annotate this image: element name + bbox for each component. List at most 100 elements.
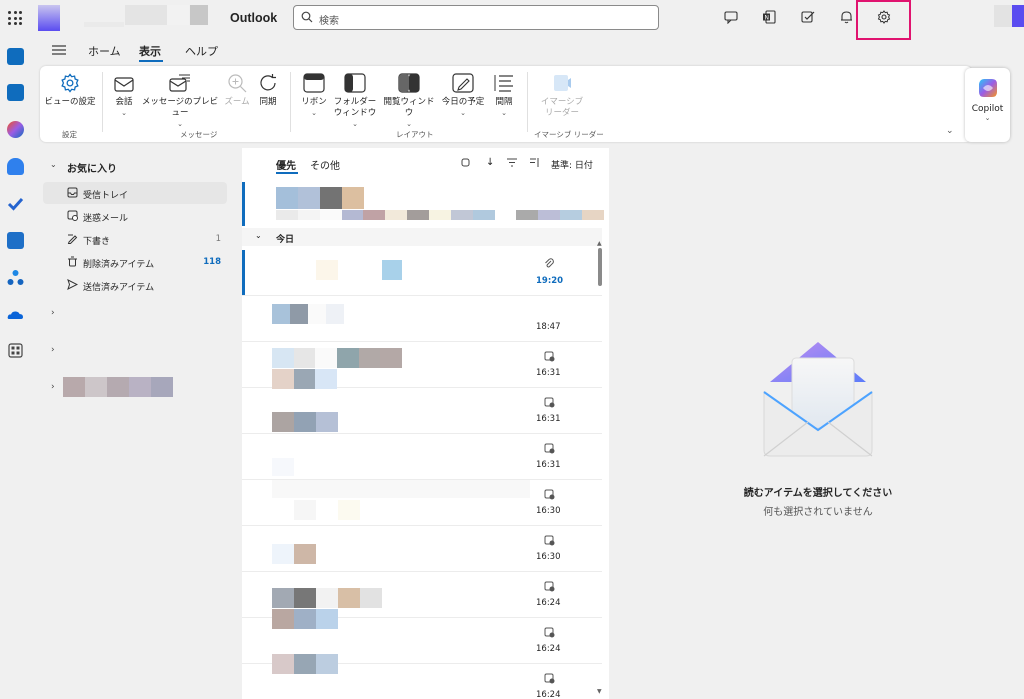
calendar-invite-icon xyxy=(544,489,555,503)
app-rail xyxy=(0,36,32,699)
message-preview-button[interactable]: メッセージのプレビュー ⌄ xyxy=(140,72,220,130)
more-apps-icon[interactable] xyxy=(7,342,24,359)
folder-item-deleted[interactable]: 削除済みアイテム 118 xyxy=(43,251,227,273)
message-row[interactable]: 16:24 xyxy=(242,618,602,674)
folder-pane-label-1: フォルダー xyxy=(333,97,377,107)
sender-blur xyxy=(276,187,364,209)
select-mode-icon[interactable] xyxy=(461,158,471,171)
calendar-invite-icon xyxy=(544,627,555,641)
copilot-button[interactable]: Copilot ⌄ xyxy=(965,68,1010,142)
immersive-reader-label-2: リーダー xyxy=(544,108,579,118)
app-launcher-icon[interactable] xyxy=(8,11,22,25)
spacing-button[interactable]: 間隔 ⌄ xyxy=(489,72,519,119)
folder-pane: ⌄ お気に入り 受信トレイ 迷惑メール 下書き 1 削除済みアイテム 118 送… xyxy=(40,148,236,699)
scroll-down-arrow-icon[interactable]: ▼ xyxy=(597,688,602,695)
view-settings-button[interactable]: ビューの設定 xyxy=(44,72,96,108)
jump-to-icon[interactable]: ↓ xyxy=(486,157,494,168)
folder-label: 受信トレイ xyxy=(83,191,129,201)
tab-view[interactable]: 表示 xyxy=(139,43,161,59)
chevron-down-icon[interactable]: ⌄ xyxy=(50,160,57,169)
drafts-pencil-icon xyxy=(67,234,78,244)
favorites-header[interactable]: お気に入り xyxy=(67,160,117,175)
message-row[interactable]: 18:47 xyxy=(242,296,602,342)
message-row[interactable]: 16:24 xyxy=(242,664,602,699)
my-day-label: 今日の予定 xyxy=(441,97,485,107)
sort-icon[interactable] xyxy=(530,158,540,170)
ribbon-divider xyxy=(102,72,103,132)
search-box[interactable]: 検索 xyxy=(293,5,659,30)
my-day-button[interactable]: 今日の予定 ⌄ xyxy=(437,72,489,119)
people-app-icon[interactable] xyxy=(7,158,24,175)
group-label-immersive: イマーシブ リーダー xyxy=(534,130,604,139)
folder-item-junk[interactable]: 迷惑メール xyxy=(43,205,227,227)
folder-item-drafts[interactable]: 下書き 1 xyxy=(43,228,227,250)
chevron-right-icon[interactable]: › xyxy=(51,345,55,355)
tab-focused-indicator xyxy=(276,172,298,174)
tab-home[interactable]: ホーム xyxy=(88,43,121,59)
reading-pane-button[interactable]: 閲覧ウィンドウ ⌄ xyxy=(381,72,437,130)
folder-item-sent[interactable]: 送信済みアイテム xyxy=(43,274,227,296)
account-avatar[interactable] xyxy=(994,5,1012,27)
files-app-icon[interactable] xyxy=(7,232,24,249)
message-row[interactable]: 16:31 xyxy=(242,342,602,389)
teams-chat-icon[interactable] xyxy=(722,8,740,26)
ribbon-layout-button[interactable]: リボン ⌄ xyxy=(298,72,330,119)
view-settings-label: ビューの設定 xyxy=(44,97,96,107)
conversation-button[interactable]: 会話 ⌄ xyxy=(108,72,140,119)
org-explorer-app-icon[interactable] xyxy=(7,269,24,286)
message-row[interactable]: 16:30 xyxy=(242,480,602,526)
folder-count: 1 xyxy=(215,234,221,244)
chevron-right-icon[interactable]: › xyxy=(51,308,55,318)
chevron-right-icon[interactable]: › xyxy=(51,382,55,392)
onedrive-app-icon[interactable] xyxy=(7,306,24,323)
empty-envelope-icon xyxy=(763,342,873,457)
onenote-icon[interactable]: N xyxy=(760,8,778,26)
notifications-bell-icon[interactable] xyxy=(837,8,855,26)
message-time: 19:20 xyxy=(536,276,564,286)
filter-icon[interactable] xyxy=(507,158,517,170)
message-row[interactable]: 16:24 xyxy=(242,572,602,629)
message-time: 16:24 xyxy=(536,644,561,654)
attachment-paperclip-icon xyxy=(544,258,554,271)
tab-view-indicator xyxy=(139,60,163,62)
subject-blur xyxy=(272,369,338,389)
send-icon xyxy=(67,279,78,290)
message-row[interactable]: 16:31 xyxy=(242,388,602,434)
my-day-icon xyxy=(452,72,474,94)
folder-pane-label-2: ウィンドウ xyxy=(333,108,377,118)
mail-app-icon[interactable] xyxy=(7,48,24,65)
account-name-blur[interactable] xyxy=(63,377,173,397)
ribbon-expand-chevron-icon[interactable]: ⌄ xyxy=(946,126,954,136)
group-label-layout: レイアウト xyxy=(396,130,434,139)
folder-pane-button[interactable]: フォルダー ウィンドウ ⌄ xyxy=(330,72,380,130)
calendar-app-icon[interactable] xyxy=(7,84,24,101)
message-time: 16:24 xyxy=(536,690,561,699)
sort-label[interactable]: 基準: 日付 xyxy=(551,158,593,171)
tab-focused[interactable]: 優先 xyxy=(276,157,296,172)
message-row[interactable]: 16:30 xyxy=(242,526,602,572)
chevron-down-icon: ⌄ xyxy=(311,109,317,117)
immersive-reader-button[interactable]: イマーシブ リーダー xyxy=(534,72,590,119)
org-name-blur xyxy=(125,5,167,25)
todo-app-icon[interactable] xyxy=(7,195,24,212)
group-header-today[interactable]: ⌄ 今日 xyxy=(242,228,602,246)
ribbon-layout-icon xyxy=(303,72,325,94)
ribbon-divider xyxy=(290,72,291,132)
scroll-up-arrow-icon[interactable]: ▲ xyxy=(597,240,602,247)
empty-state-title: 読むアイテムを選択してください xyxy=(743,488,893,499)
folder-label: 下書き xyxy=(83,237,111,247)
hamburger-menu-icon[interactable] xyxy=(52,45,66,58)
ribbon: ビューの設定 設定 会話 ⌄ メッセージのプレビュー ⌄ ズーム 同期 メッセー… xyxy=(40,66,972,142)
folder-item-inbox[interactable]: 受信トレイ xyxy=(43,182,227,204)
tab-help[interactable]: ヘルプ xyxy=(185,43,218,59)
zoom-button[interactable]: ズーム xyxy=(222,72,252,108)
folder-label: 送信済みアイテム xyxy=(83,283,155,293)
tasks-icon[interactable] xyxy=(799,8,817,26)
message-row[interactable]: 16:31 xyxy=(242,434,602,480)
reading-pane: 読むアイテムを選択してください 何も選択されていません xyxy=(612,148,1024,699)
copilot-app-icon[interactable] xyxy=(7,121,24,138)
sync-button[interactable]: 同期 xyxy=(254,72,282,108)
message-row[interactable]: 19:20 xyxy=(242,248,602,296)
scrollbar-thumb[interactable] xyxy=(598,248,602,286)
tab-other[interactable]: その他 xyxy=(310,157,340,172)
